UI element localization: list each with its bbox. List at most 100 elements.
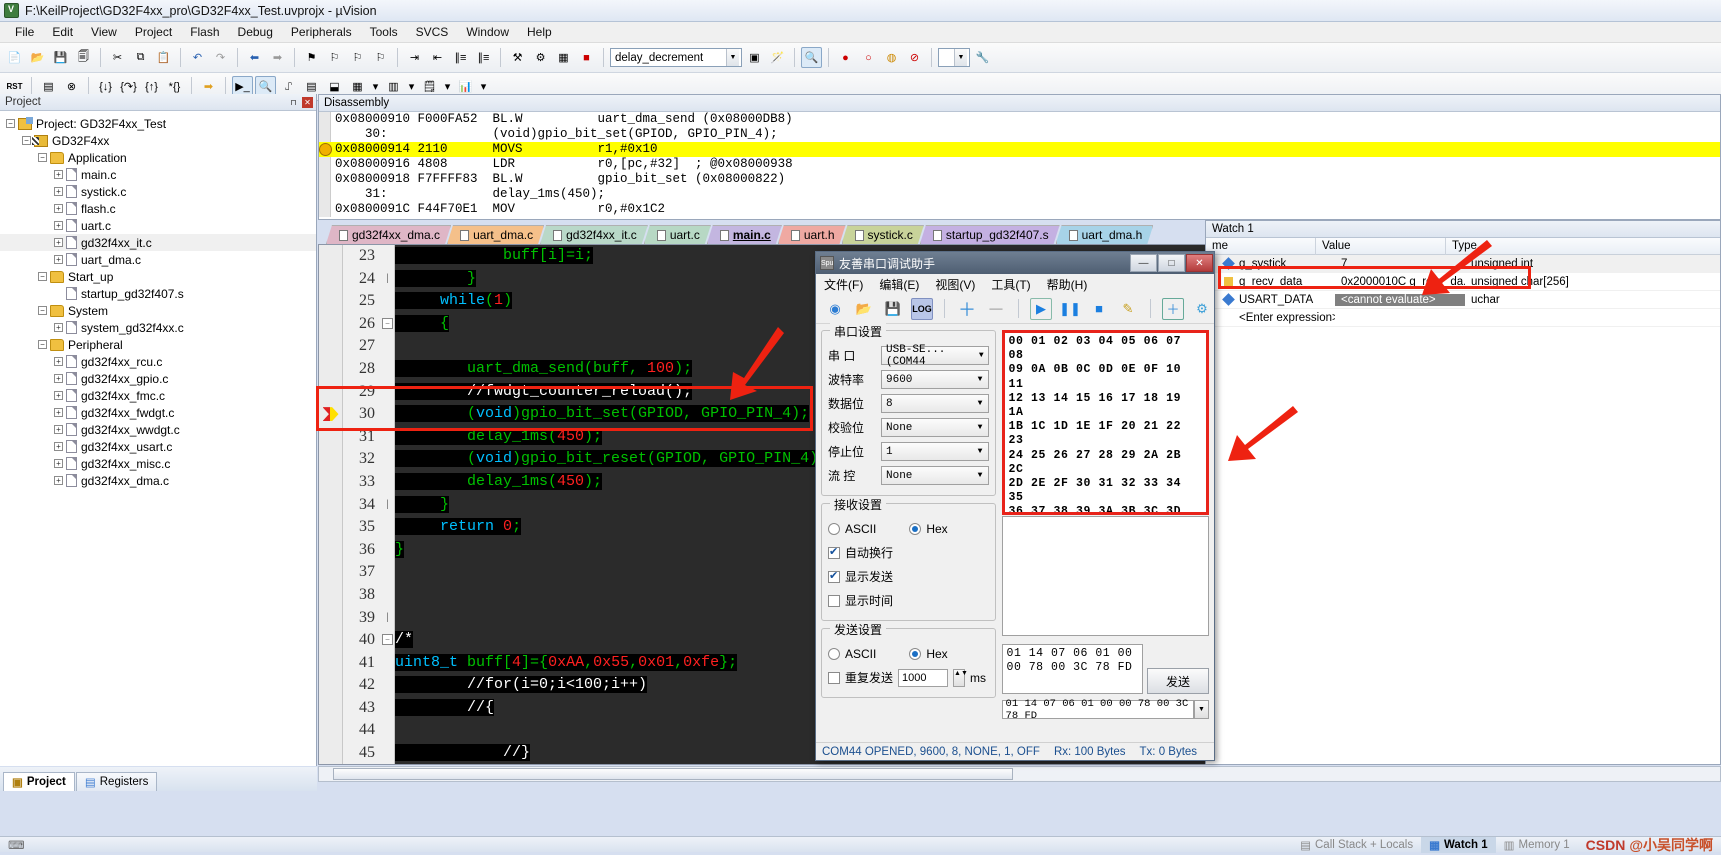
breakpoint-cell[interactable] (319, 268, 342, 291)
tree-item[interactable]: + gd32f4xx_usart.c (0, 438, 316, 455)
comment-icon[interactable]: ∥≡ (450, 47, 471, 68)
tree-item[interactable]: + gd32f4xx_fmc.c (0, 387, 316, 404)
plus-tab-icon[interactable]: ＋ (1162, 297, 1184, 320)
forward-icon[interactable]: ➡ (267, 47, 288, 68)
chevron-down-icon[interactable]: ▼ (973, 399, 988, 408)
repeat-spinner[interactable]: ▲▼ (953, 668, 968, 687)
port-setting-select[interactable]: None ▼ (881, 466, 989, 485)
receive-option-checkbox[interactable] (828, 545, 840, 559)
rebuild-icon[interactable]: ⚙ (530, 47, 551, 68)
tree-item[interactable]: + gd32f4xx_it.c (0, 234, 316, 251)
port-setting-row[interactable]: 数据位 8 ▼ (828, 393, 989, 414)
watch-row[interactable]: g_systick 7 unsigned int (1206, 255, 1720, 273)
window-layout-combo[interactable]: ▼ (938, 48, 970, 67)
save-all-icon[interactable]: 🗐 (73, 47, 94, 68)
send-data-input[interactable]: 01 14 07 06 01 00 00 78 00 3C 78 FD (1001, 644, 1143, 694)
remove-icon[interactable]: － (985, 298, 1007, 320)
watch-col-name[interactable]: me (1206, 237, 1316, 255)
expand-toggle-icon[interactable]: + (54, 238, 63, 247)
tree-item[interactable]: + gd32f4xx_dma.c (0, 472, 316, 489)
tree-item[interactable]: + uart.c (0, 217, 316, 234)
collapse-toggle-icon[interactable]: − (38, 272, 47, 281)
collapse-toggle-icon[interactable]: − (38, 306, 47, 315)
disassembly-line[interactable]: 30: (void)gpio_bit_set(GPIOD, GPIO_PIN_4… (319, 127, 1720, 142)
expand-toggle-icon[interactable]: + (54, 459, 63, 468)
disassembly-line[interactable]: 0x08000916 4808 LDR r0,[pc,#32] ; @0x080… (319, 157, 1720, 172)
project-panel-tabs[interactable]: ▣ Project ▤ Registers (0, 767, 317, 791)
undo-icon[interactable]: ↶ (187, 47, 208, 68)
watch-name[interactable]: <Enter expression> (1233, 312, 1335, 324)
chevron-down-icon[interactable]: ▼ (973, 447, 988, 456)
fold-marker[interactable]: | (381, 494, 394, 517)
breakpoint-cell[interactable] (319, 678, 342, 701)
send-history-value[interactable]: 01 14 07 06 01 00 00 78 00 3C 78 FD (1001, 698, 1194, 722)
expand-toggle-icon[interactable]: + (54, 357, 63, 366)
receive-ascii-radio[interactable] (828, 522, 840, 535)
serial-menu-view[interactable]: 视图(V) (935, 276, 975, 293)
stop-icon[interactable]: ■ (1088, 298, 1110, 320)
port-setting-select[interactable]: 9600 ▼ (881, 370, 989, 389)
chevron-down-icon[interactable]: ▼ (726, 49, 739, 66)
add-icon[interactable]: ＋ (956, 298, 978, 320)
receive-option-row[interactable]: 自动换行 (828, 542, 989, 563)
receive-hex-radio[interactable] (909, 522, 922, 535)
menu-item-svcs[interactable]: SVCS (407, 23, 458, 41)
port-setting-row[interactable]: 流 控 None ▼ (828, 465, 989, 486)
chevron-down-icon[interactable]: ▼ (973, 375, 988, 384)
bookmark-icon[interactable]: ⚑ (301, 47, 322, 68)
tree-item[interactable]: − Peripheral (0, 336, 316, 353)
breakpoint-cell[interactable] (319, 313, 342, 336)
tree-item[interactable]: + flash.c (0, 200, 316, 217)
pause-icon[interactable]: ❚❚ (1059, 298, 1081, 320)
breakpoint-cell[interactable] (319, 520, 342, 543)
port-setting-row[interactable]: 校验位 None ▼ (828, 417, 989, 438)
chevron-down-icon[interactable]: ▼ (1194, 700, 1209, 719)
menu-item-window[interactable]: Window (457, 23, 518, 41)
tree-item[interactable]: − System (0, 302, 316, 319)
receive-option-row[interactable]: 显示时间 (828, 590, 989, 611)
tree-item[interactable]: + gd32f4xx_fwdgt.c (0, 404, 316, 421)
menu-item-flash[interactable]: Flash (181, 23, 228, 41)
watch-value[interactable]: <cannot evaluate> (1335, 293, 1465, 306)
back-icon[interactable]: ⬅ (244, 47, 265, 68)
clear-pen-icon[interactable]: ✎ (1117, 298, 1139, 320)
breakpoint-cell[interactable] (319, 498, 342, 521)
serial-menu-tools[interactable]: 工具(T) (991, 276, 1030, 293)
expand-toggle-icon[interactable]: + (54, 408, 63, 417)
breakpoint-cell[interactable] (319, 335, 342, 358)
tree-item[interactable]: + uart_dma.c (0, 251, 316, 268)
receive-option-checkbox[interactable] (828, 569, 840, 583)
fold-marker[interactable] (381, 719, 394, 742)
breakpoint-cell[interactable] (319, 565, 342, 588)
chevron-down-icon[interactable]: ▼ (975, 351, 988, 360)
port-setting-row[interactable]: 串 口 USB-SE... (COM44 ▼ (828, 344, 989, 368)
tree-item[interactable]: startup_gd32f407.s (0, 285, 316, 302)
breakpoint-cell[interactable] (319, 543, 342, 566)
new-connection-icon[interactable]: ◉ (824, 298, 846, 320)
configuration-wrench-icon[interactable]: 🔧 (972, 47, 993, 68)
watch-rows[interactable]: g_systick 7 unsigned int g_recv_data 0x20000… (1206, 255, 1720, 327)
pin-icon[interactable]: ⊓ (288, 97, 299, 108)
breakpoint-cell[interactable] (319, 452, 342, 475)
editor-tab[interactable]: uart.c (644, 225, 711, 244)
receive-option-checkbox[interactable] (828, 594, 840, 607)
editor-tab[interactable]: main.c (707, 225, 782, 244)
breakpoint-cell[interactable] (319, 407, 342, 430)
copy-icon[interactable]: ⧉ (130, 47, 151, 68)
breakpoint-cell[interactable] (319, 245, 342, 268)
watch-status-item[interactable]: ▦ Watch 1 (1421, 836, 1496, 853)
batch-build-icon[interactable]: ▦ (553, 47, 574, 68)
fold-marker[interactable] (381, 742, 394, 765)
serial-debug-dialog[interactable]: Spu 友善串口调试助手 — □ ✕ 文件(F) 编辑(E) 视图(V) 工具(… (815, 251, 1215, 761)
menu-item-view[interactable]: View (82, 23, 126, 41)
tree-item[interactable]: + gd32f4xx_wwdgt.c (0, 421, 316, 438)
fold-marker[interactable] (381, 335, 394, 358)
breakpoint-cell[interactable] (319, 701, 342, 724)
insert-breakpoint-icon[interactable]: ● (835, 47, 856, 68)
watch-name[interactable]: USART_DATA (1233, 294, 1335, 306)
maximize-icon[interactable]: □ (1158, 254, 1185, 272)
menu-item-help[interactable]: Help (518, 23, 561, 41)
play-icon[interactable]: ▶ (1030, 297, 1052, 320)
close-panel-icon[interactable]: ✕ (302, 96, 313, 108)
fold-marker[interactable] (381, 448, 394, 471)
